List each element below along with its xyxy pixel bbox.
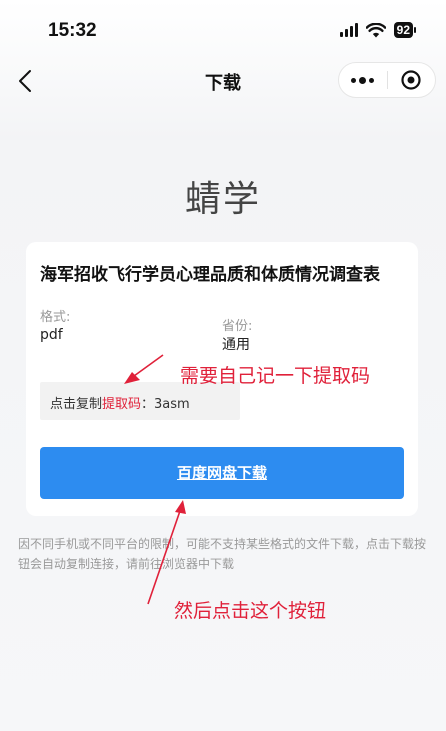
code-highlight: 提取码: [102, 397, 142, 412]
battery-icon: 92: [393, 22, 416, 38]
status-icons: 92: [339, 22, 416, 38]
mini-program-capsule: [338, 62, 436, 98]
format-value: pdf: [40, 327, 63, 343]
wifi-icon: [365, 22, 386, 37]
baidu-download-button[interactable]: 百度网盘下载: [40, 447, 404, 499]
battery-level: 92: [393, 22, 413, 38]
status-time: 15:32: [48, 20, 97, 41]
signal-icon: [339, 23, 358, 37]
format-label: 格式:: [40, 310, 71, 325]
brand-logo-text: 蜻学: [184, 179, 261, 220]
download-notice: 因不同手机或不同平台的限制，可能不支持某些格式的文件下载，点击下载按钮会自动复制…: [18, 537, 427, 571]
copy-code-prefix: 点击复制: [50, 397, 103, 412]
more-options-icon[interactable]: [339, 76, 387, 84]
code-value: ：3asm: [141, 397, 190, 412]
nav-bar: 下载: [0, 56, 446, 106]
annotation-note-code: 需要自己记一下提取码: [180, 365, 371, 387]
status-bar: 15:32 92: [0, 0, 446, 56]
close-miniprogram-icon[interactable]: [387, 69, 435, 91]
province-label: 省份:: [222, 319, 253, 334]
province-value: 通用: [222, 337, 250, 353]
annotation-note-button: 然后点击这个按钮: [174, 600, 327, 622]
document-title: 海军招收飞行学员心理品质和体质情况调查表: [40, 265, 380, 285]
